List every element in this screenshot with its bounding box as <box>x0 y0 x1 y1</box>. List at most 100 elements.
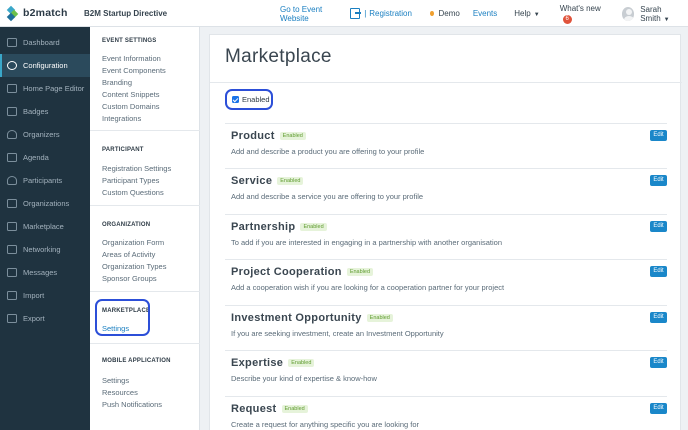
user-icon <box>7 176 17 185</box>
whats-new-label: What's new <box>559 3 601 13</box>
settings-link-mobile-settings[interactable]: Settings <box>102 376 129 385</box>
item-name: Request <box>231 403 277 415</box>
go-to-event-link[interactable]: Go to Event Website <box>280 5 346 23</box>
item-name: Partnership <box>231 221 296 233</box>
item-title: Expertise Enabled <box>231 357 315 369</box>
edit-button[interactable]: Edit <box>650 266 667 277</box>
sidebar-item-label: Agenda <box>23 153 49 162</box>
settings-link-event-components[interactable]: Event Components <box>102 66 166 75</box>
registration-link[interactable]: Registration <box>369 9 412 18</box>
help-menu[interactable]: Help ▼ <box>514 9 539 18</box>
sidebar-item-home-page-editor[interactable]: Home Page Editor <box>0 77 90 100</box>
item-description: Add and describe a product you are offer… <box>231 147 425 156</box>
chevron-down-icon: ▼ <box>533 12 540 18</box>
separator: | <box>364 9 367 18</box>
section-title: ORGANIZATION <box>102 222 151 228</box>
sidebar-item-import[interactable]: Import <box>0 284 90 307</box>
marketplace-enabled-checkbox[interactable]: Enabled <box>225 89 273 110</box>
item-name: Product <box>231 130 275 142</box>
status-badge: Enabled <box>277 177 304 186</box>
sidebar-item-label: Messages <box>23 268 58 277</box>
whats-new-count-badge: 6 <box>562 14 572 24</box>
logo-icon <box>6 5 19 22</box>
sidebar-item-label: Participants <box>23 176 63 185</box>
sidebar-item-dashboard[interactable]: Dashboard <box>0 31 90 54</box>
sidebar-item-badges[interactable]: Badges <box>0 100 90 123</box>
external-link-icon[interactable] <box>350 8 362 19</box>
edit-button[interactable]: Edit <box>650 175 667 186</box>
import-icon <box>7 291 17 300</box>
status-badge: Enabled <box>288 359 315 368</box>
sidebar-item-agenda[interactable]: Agenda <box>0 146 90 169</box>
item-title: Product Enabled <box>231 130 306 142</box>
marketplace-item-project-cooperation: Project Cooperation Enabled Add a coopera… <box>225 259 667 305</box>
sidebar-item-organizations[interactable]: Organizations <box>0 192 90 215</box>
sidebar-item-organizers[interactable]: Organizers <box>0 123 90 146</box>
sidebar-item-label: Organizers <box>23 130 60 139</box>
settings-panel: EVENT SETTINGS Event Information Event C… <box>90 27 200 430</box>
user-menu[interactable]: Sarah Smith ▼ <box>640 5 688 23</box>
settings-link-custom-domains[interactable]: Custom Domains <box>102 102 160 111</box>
sidebar-item-configuration[interactable]: Configuration <box>0 54 90 77</box>
settings-link-branding[interactable]: Branding <box>102 78 132 87</box>
envelope-icon <box>7 268 17 277</box>
marketplace-item-investment-opportunity: Investment Opportunity Enabled If you are… <box>225 305 667 351</box>
item-title: Service Enabled <box>231 175 304 187</box>
item-name: Service <box>231 175 273 187</box>
enabled-label: Enabled <box>242 95 270 104</box>
demo-label[interactable]: Demo <box>438 9 459 18</box>
settings-link-custom-questions[interactable]: Custom Questions <box>102 188 164 197</box>
checkbox-checked-icon[interactable] <box>232 96 239 103</box>
events-link[interactable]: Events <box>473 9 497 18</box>
edit-button[interactable]: Edit <box>650 221 667 232</box>
sidebar-item-label: Marketplace <box>23 222 64 231</box>
edit-button[interactable]: Edit <box>650 403 667 414</box>
settings-link-participant-types[interactable]: Participant Types <box>102 176 159 185</box>
settings-link-push-notifications[interactable]: Push Notifications <box>102 400 162 409</box>
sidebar-item-export[interactable]: Export <box>0 307 90 330</box>
settings-link-areas-of-activity[interactable]: Areas of Activity <box>102 250 155 259</box>
sidebar-item-label: Networking <box>23 245 61 254</box>
settings-link-organization-types[interactable]: Organization Types <box>102 262 166 271</box>
help-label: Help <box>514 9 531 18</box>
item-title: Partnership Enabled <box>231 221 327 233</box>
status-badge: Enabled <box>366 314 393 323</box>
main-content: Marketplace Enabled Product Enabled Add a… <box>209 34 682 430</box>
item-description: If you are seeking investment, create an… <box>231 329 444 338</box>
sidebar-item-participants[interactable]: Participants <box>0 169 90 192</box>
sidebar-item-networking[interactable]: Networking <box>0 238 90 261</box>
edit-button[interactable]: Edit <box>650 357 667 368</box>
handshake-icon <box>7 245 17 254</box>
sidebar-item-messages[interactable]: Messages <box>0 261 90 284</box>
settings-link-sponsor-groups[interactable]: Sponsor Groups <box>102 274 157 283</box>
item-title: Request Enabled <box>231 403 308 415</box>
status-badge: Enabled <box>300 223 327 232</box>
settings-link-content-snippets[interactable]: Content Snippets <box>102 90 160 99</box>
edit-button[interactable]: Edit <box>650 130 667 141</box>
edit-button[interactable]: Edit <box>650 312 667 323</box>
marketplace-item-expertise: Expertise Enabled Describe your kind of e… <box>225 350 667 396</box>
top-right-nav: Go to Event Website | Registration Demo … <box>280 0 688 27</box>
settings-link-registration-settings[interactable]: Registration Settings <box>102 164 171 173</box>
settings-link-event-information[interactable]: Event Information <box>102 54 161 63</box>
whats-new-button[interactable]: What's new6 <box>560 4 608 24</box>
settings-link-integrations[interactable]: Integrations <box>102 114 141 123</box>
avatar[interactable] <box>621 6 635 21</box>
item-description: To add if you are interested in engaging… <box>231 238 503 247</box>
marketplace-item-product: Product Enabled Add and describe a produc… <box>225 123 667 169</box>
brand-name: b2match <box>23 7 68 19</box>
top-bar: b2match B2M Startup Directive Go to Even… <box>0 0 688 27</box>
status-badge: Enabled <box>346 268 374 277</box>
brand-logo[interactable]: b2match <box>0 0 90 27</box>
item-description: Add a cooperation wish if you are lookin… <box>231 283 505 292</box>
item-name: Expertise <box>231 357 284 369</box>
chevron-down-icon: ▼ <box>663 16 670 23</box>
list-icon <box>7 222 17 231</box>
sidebar-item-label: Home Page Editor <box>23 84 85 93</box>
sidebar-item-label: Configuration <box>23 61 68 70</box>
settings-link-resources[interactable]: Resources <box>102 388 138 397</box>
marketplace-item-partnership: Partnership Enabled To add if you are int… <box>225 214 667 260</box>
item-description: Create a request for anything specific y… <box>231 420 420 429</box>
sidebar-item-marketplace[interactable]: Marketplace <box>0 215 90 238</box>
settings-link-organization-form[interactable]: Organization Form <box>102 238 164 247</box>
